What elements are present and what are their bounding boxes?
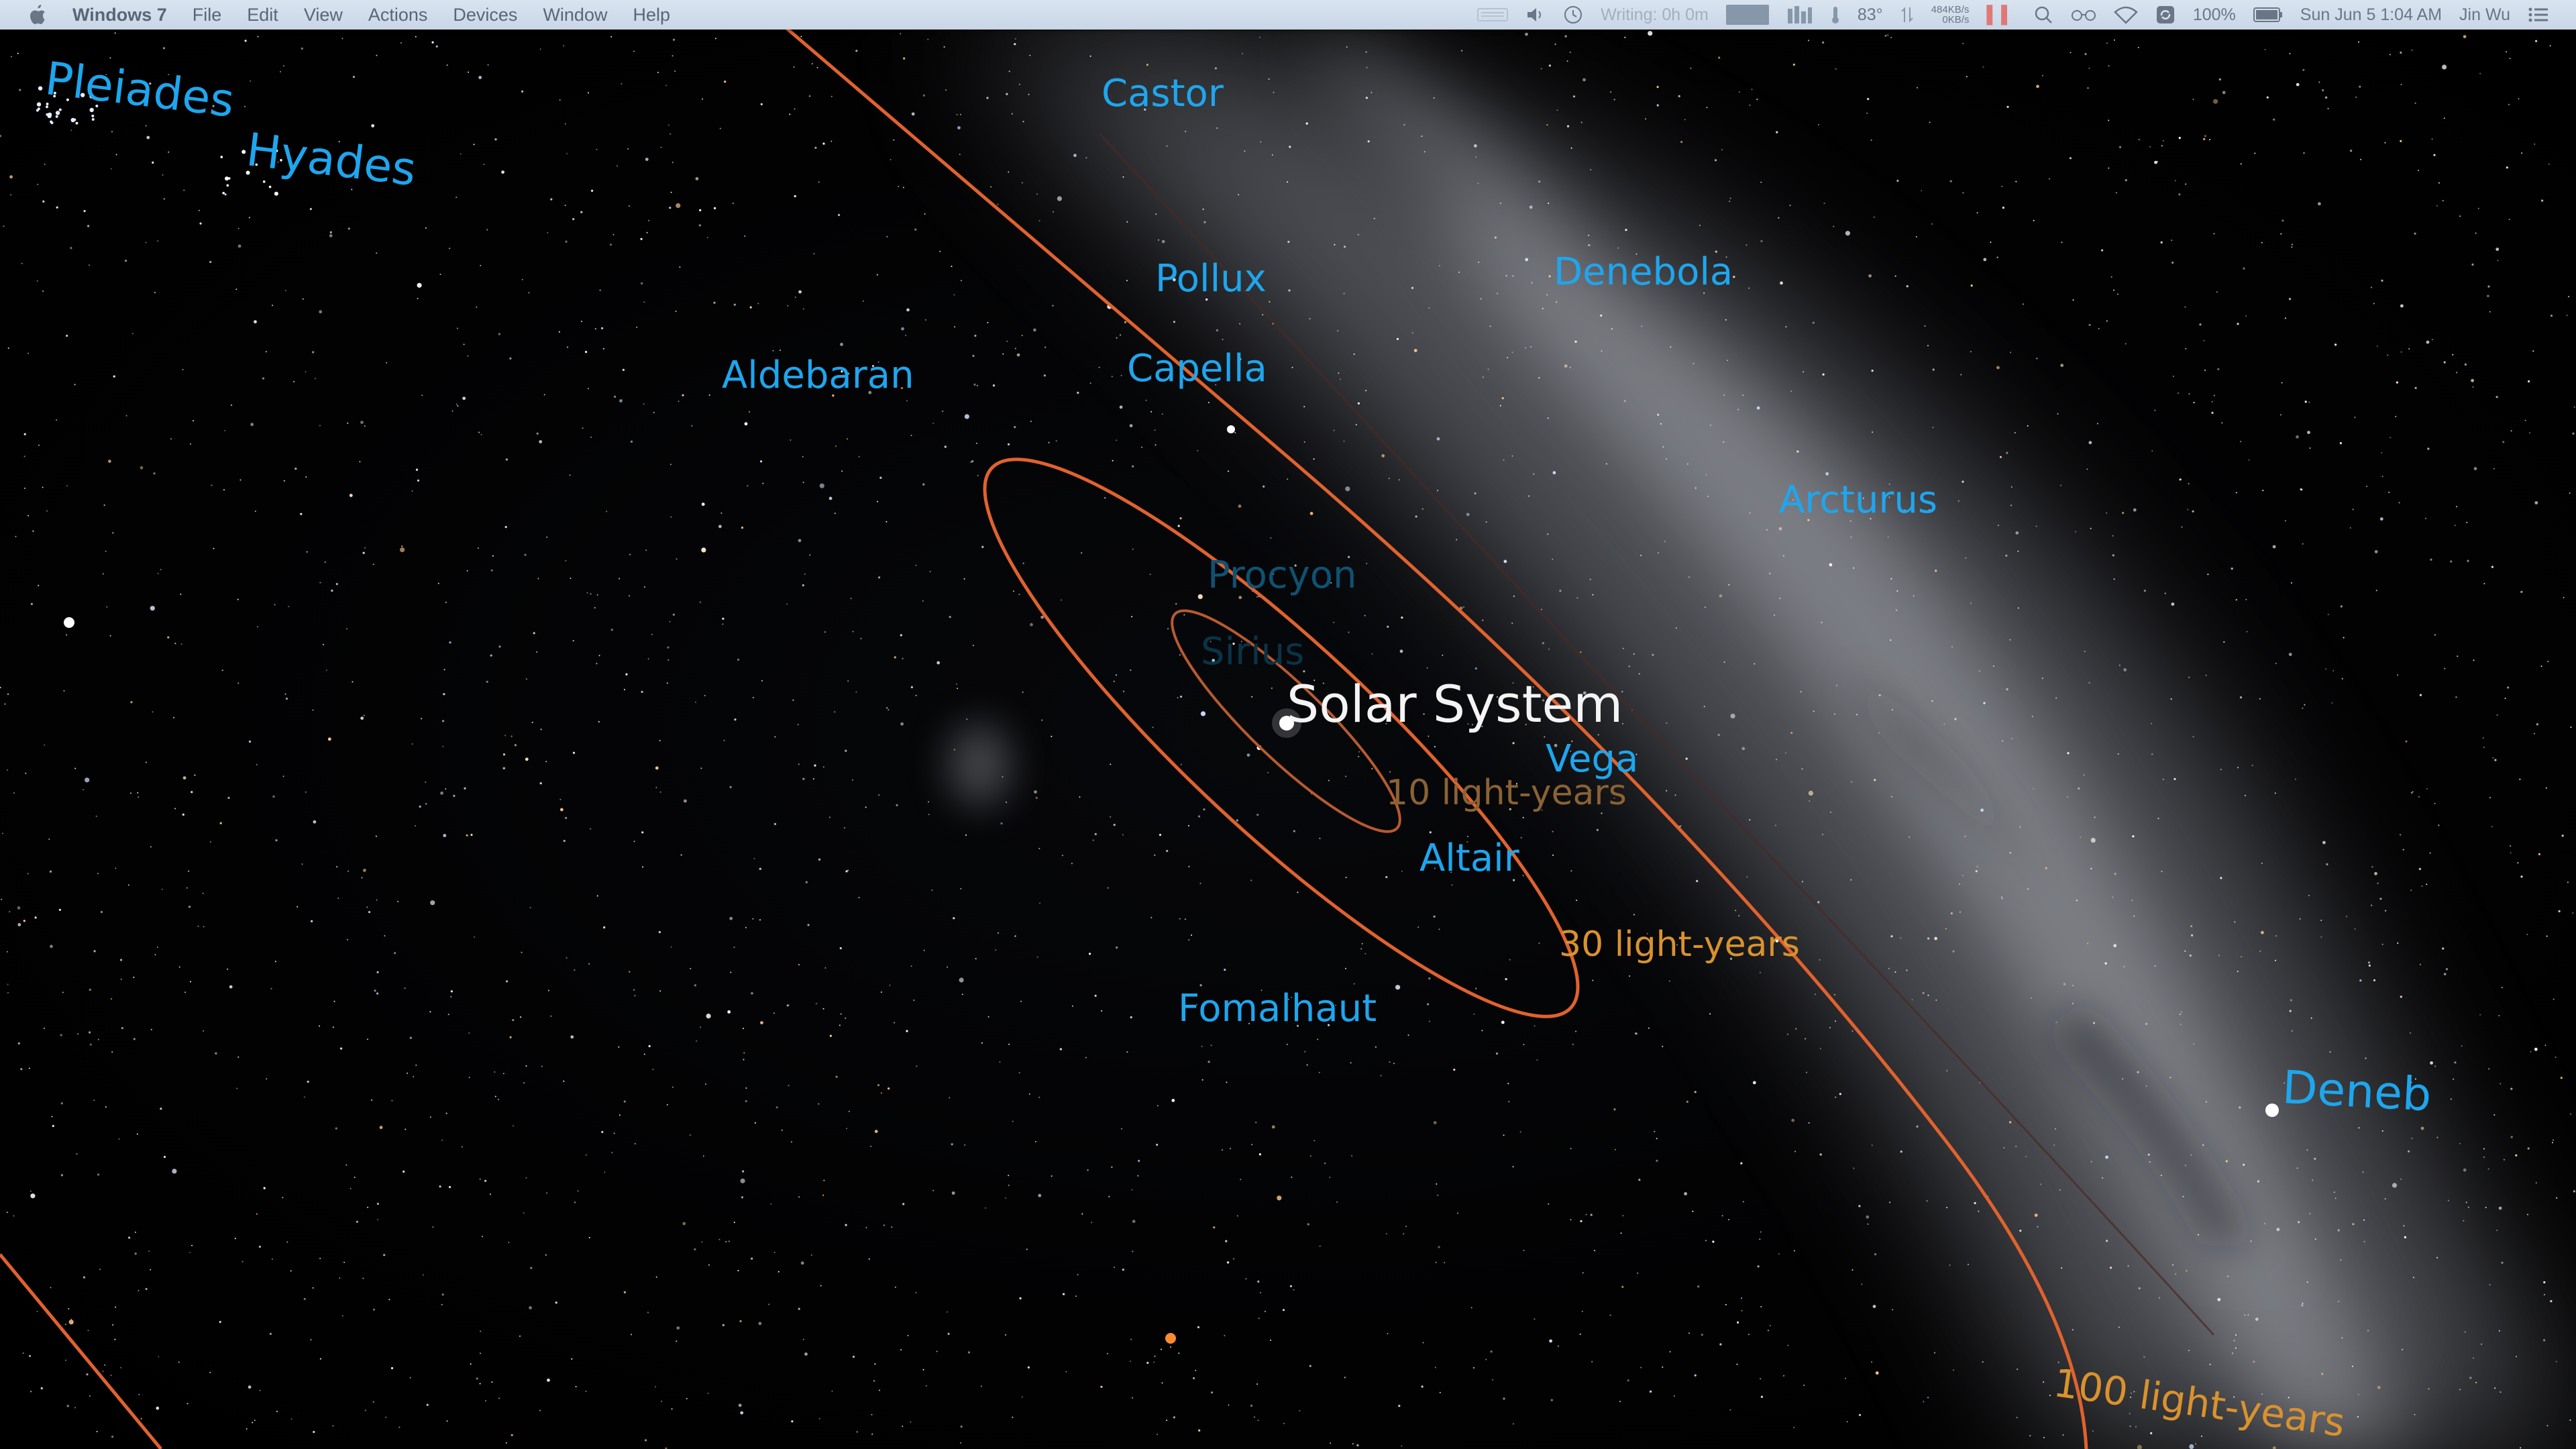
label-aldebaran[interactable]: Aldebaran bbox=[722, 357, 914, 394]
label-arcturus[interactable]: Arcturus bbox=[1779, 482, 1937, 519]
label-hyades[interactable]: Hyades bbox=[244, 123, 419, 197]
label-30-light-years: 30 light-years bbox=[1559, 924, 1800, 965]
menu-edit[interactable]: Edit bbox=[247, 5, 278, 25]
clock[interactable]: Sun Jun 5 1:04 AM bbox=[2300, 5, 2442, 25]
battery-percent[interactable]: 100% bbox=[2193, 5, 2236, 25]
network-speed[interactable]: 484KB/s 0KB/s bbox=[1931, 5, 1970, 25]
memory-meter[interactable] bbox=[1725, 5, 1769, 25]
menu-actions[interactable]: Actions bbox=[368, 5, 428, 25]
sync-icon[interactable] bbox=[2155, 5, 2176, 25]
user-name[interactable]: Jin Wu bbox=[2459, 5, 2510, 25]
sky-labels: Pleiades Hyades Castor Pollux Denebola A… bbox=[0, 0, 2576, 1449]
activity-indicator-icon[interactable]: ▌▌ bbox=[1986, 5, 2015, 25]
menu-file[interactable]: File bbox=[193, 5, 222, 25]
label-100-light-years: 100 light-years bbox=[2051, 1360, 2348, 1446]
label-fomalhaut[interactable]: Fomalhaut bbox=[1178, 990, 1377, 1028]
label-solar-system[interactable]: Solar System bbox=[1287, 679, 1623, 730]
label-altair[interactable]: Altair bbox=[1419, 840, 1519, 877]
thermometer-icon bbox=[1831, 5, 1840, 24]
apple-logo-icon[interactable] bbox=[27, 3, 47, 26]
label-denebola[interactable]: Denebola bbox=[1554, 254, 1733, 291]
sky-view[interactable]: Windows 7 File Edit View Actions Devices… bbox=[0, 0, 2576, 1449]
menu-help[interactable]: Help bbox=[633, 5, 670, 25]
label-capella[interactable]: Capella bbox=[1127, 350, 1267, 388]
label-procyon[interactable]: Procyon bbox=[1208, 557, 1357, 594]
battery-icon[interactable] bbox=[2253, 7, 2283, 23]
temperature-readout[interactable]: 83° bbox=[1858, 5, 1883, 25]
label-sirius[interactable]: Sirius bbox=[1201, 633, 1304, 671]
notification-center-icon[interactable] bbox=[2528, 6, 2549, 23]
keyboard-icon[interactable] bbox=[1477, 7, 1509, 22]
menu-window[interactable]: Window bbox=[543, 5, 607, 25]
label-castor[interactable]: Castor bbox=[1102, 75, 1224, 113]
label-10-light-years: 10 light-years bbox=[1386, 773, 1627, 813]
timer-icon[interactable] bbox=[1563, 5, 1583, 25]
app-name-menu[interactable]: Windows 7 bbox=[72, 5, 167, 25]
network-down-rate: 0KB/s bbox=[1942, 14, 1970, 25]
writing-timer[interactable]: Writing: 0h 0m bbox=[1601, 5, 1709, 25]
menu-view[interactable]: View bbox=[304, 5, 343, 25]
wifi-icon[interactable] bbox=[2113, 5, 2138, 24]
label-pleiades[interactable]: Pleiades bbox=[42, 52, 237, 128]
volume-icon[interactable] bbox=[1525, 6, 1546, 23]
search-icon[interactable] bbox=[2033, 5, 2053, 25]
glasses-icon[interactable] bbox=[2071, 7, 2096, 22]
cpu-meter-icon[interactable] bbox=[1786, 5, 1813, 25]
menu-bar: Windows 7 File Edit View Actions Devices… bbox=[0, 0, 2576, 30]
network-arrows-icon bbox=[1900, 5, 1914, 25]
menu-devices[interactable]: Devices bbox=[453, 5, 517, 25]
label-deneb[interactable]: Deneb bbox=[2281, 1061, 2432, 1122]
label-pollux[interactable]: Pollux bbox=[1155, 260, 1267, 298]
